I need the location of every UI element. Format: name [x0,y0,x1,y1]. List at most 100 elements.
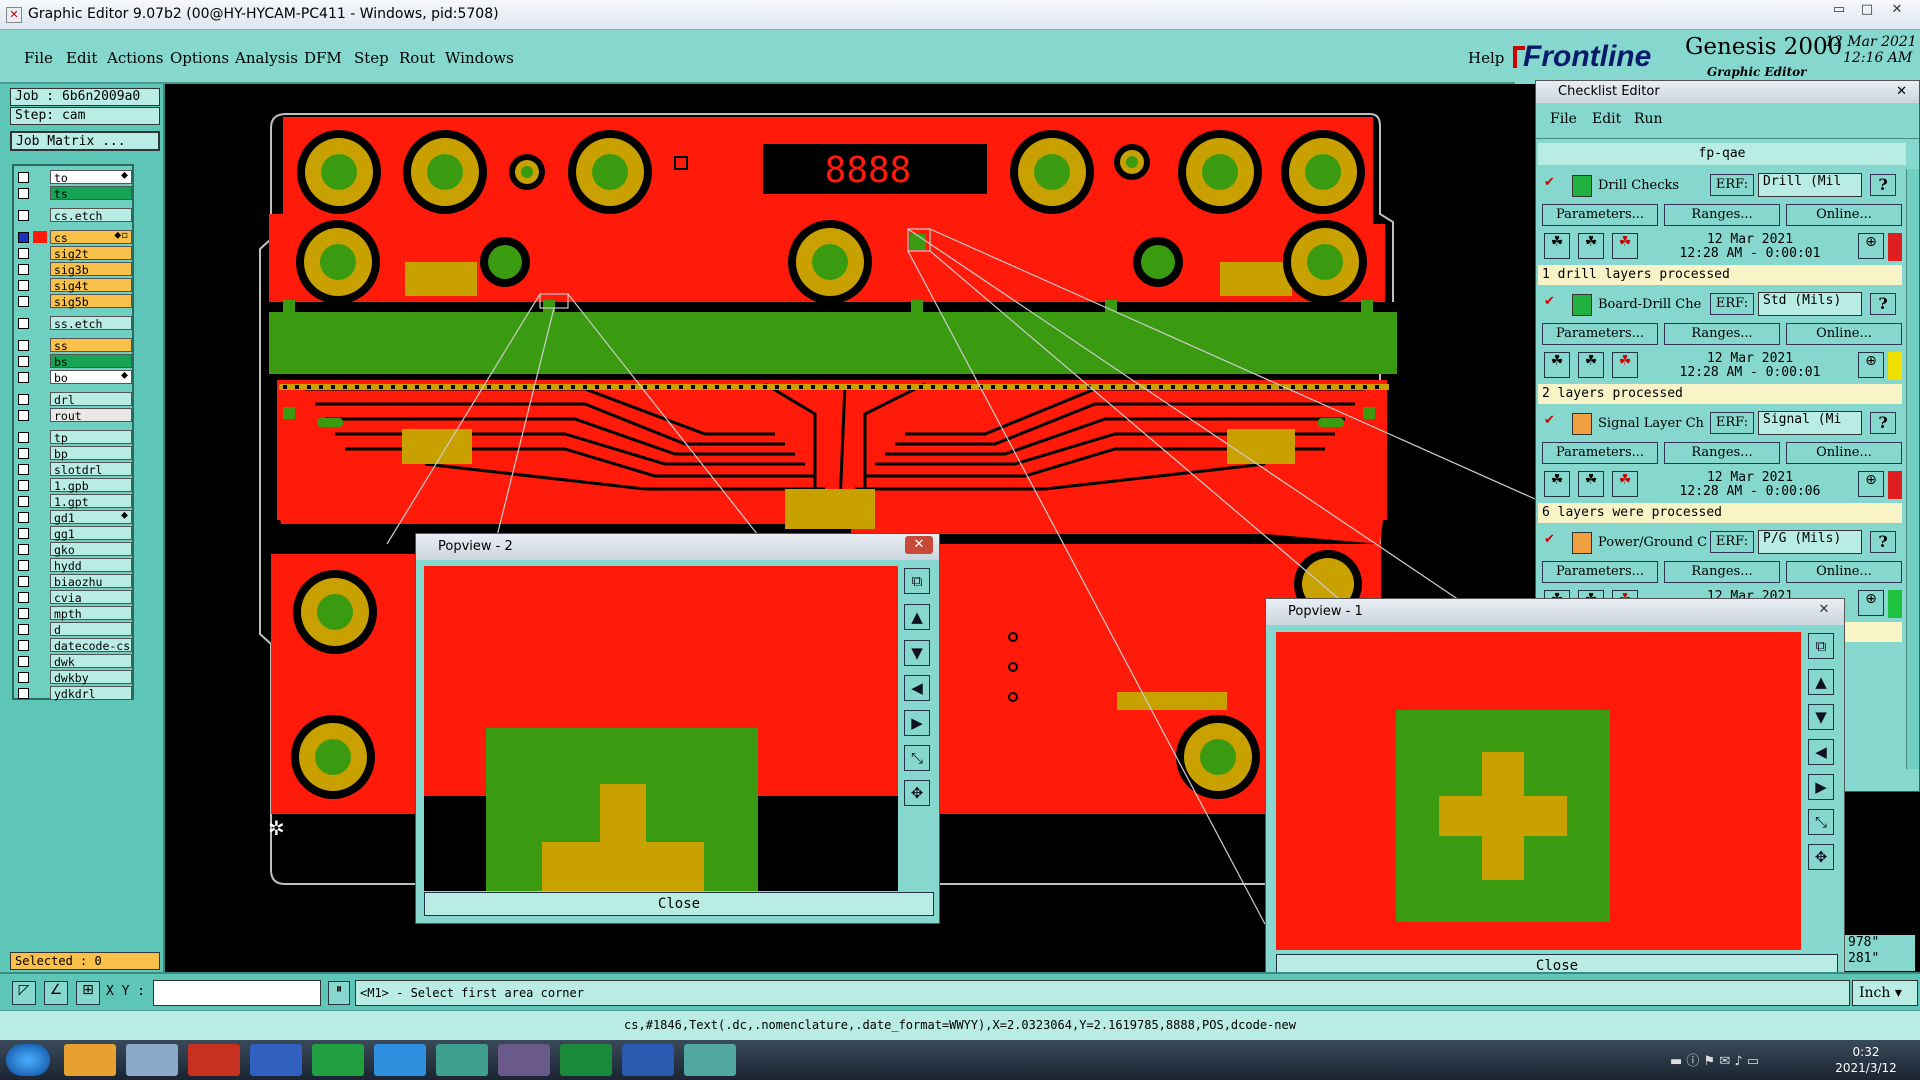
menu-edit[interactable]: Edit [66,49,97,67]
layer-checkbox[interactable] [18,576,29,587]
layer-row[interactable]: 1.gpb [16,478,132,493]
layer-checkbox[interactable] [18,248,29,259]
stop-icon[interactable]: ☘ [1612,471,1638,497]
zoom-results-icon[interactable]: ⊕ [1858,352,1884,378]
zoom-results-icon[interactable]: ⊕ [1858,590,1884,616]
layer-name[interactable]: d [50,622,132,637]
layer-row[interactable]: gd1 ⬥ [16,510,132,525]
ranges-button[interactable]: Ranges... [1664,204,1780,226]
layer-checkbox[interactable] [18,544,29,555]
layer-name[interactable]: dwkby [50,670,132,685]
popview-2-close-icon[interactable]: ✕ [905,536,933,554]
layer-name[interactable]: to [50,170,132,185]
online-button[interactable]: Online... [1786,442,1902,464]
zoom-out-icon[interactable]: ✥ [904,780,930,806]
layer-checkbox[interactable] [18,232,29,243]
popview-2-canvas[interactable] [424,566,898,891]
run-icon[interactable]: ☘ [1544,233,1570,259]
layer-row[interactable]: slotdrl [16,462,132,477]
popview-2-close-button[interactable]: Close [424,892,934,916]
zoom-home-icon[interactable]: ⧉ [1808,633,1834,659]
pan-left-icon[interactable]: ◀ [904,675,930,701]
erf-value[interactable]: Drill (Mil [1758,173,1862,197]
erf-button[interactable]: ERF: [1710,174,1754,196]
layer-checkbox[interactable] [18,356,29,367]
start-button[interactable] [6,1044,50,1076]
layer-row[interactable]: ss [16,338,132,353]
layer-row[interactable]: dwk [16,654,132,669]
layer-row[interactable]: ss.etch [16,316,132,331]
erf-value[interactable]: Signal (Mi [1758,411,1862,435]
layer-row[interactable]: bp [16,446,132,461]
ranges-button[interactable]: Ranges... [1664,561,1780,583]
layer-name[interactable]: sig4t [50,278,132,293]
layer-name[interactable]: bo [50,370,132,385]
menu-actions[interactable]: Actions [107,49,163,67]
layer-row[interactable]: datecode-cs [16,638,132,653]
layer-checkbox[interactable] [18,448,29,459]
layer-checkbox[interactable] [18,528,29,539]
erf-button[interactable]: ERF: [1710,531,1754,553]
layer-checkbox[interactable] [18,560,29,571]
row-check-icon[interactable]: ✔ [1544,413,1555,428]
taskbar-app-notepad-icon[interactable] [126,1044,178,1076]
grid-icon[interactable]: ⊞ [76,981,100,1005]
layer-name[interactable]: slotdrl [50,462,132,477]
layer-checkbox[interactable] [18,318,29,329]
zoom-in-icon[interactable]: ⤡ [904,745,930,771]
layer-name[interactable]: gko [50,542,132,557]
popview-1-canvas[interactable] [1276,632,1801,950]
layer-row[interactable]: 1.gpt [16,494,132,509]
layer-name[interactable]: dwk [50,654,132,669]
menu-windows[interactable]: Windows [445,49,514,67]
layer-name[interactable]: biaozhu [50,574,132,589]
help-button[interactable]: ? [1870,293,1896,315]
layer-row[interactable]: bo ⬥ [16,370,132,385]
layer-checkbox[interactable] [18,432,29,443]
snap-icon[interactable]: ◸ [12,981,36,1005]
layer-name[interactable]: mpth [50,606,132,621]
layer-name[interactable]: ts [50,186,132,201]
taskbar-app-red-icon[interactable] [188,1044,240,1076]
layer-row[interactable]: cs.etch [16,208,132,223]
layer-checkbox[interactable] [18,172,29,183]
pan-up-icon[interactable]: ▲ [904,604,930,630]
checklist-menu-run[interactable]: Run [1634,111,1663,127]
checklist-menu-file[interactable]: File [1550,111,1577,127]
layer-checkbox[interactable] [18,264,29,275]
maximize-button[interactable]: □ [1854,2,1880,20]
layer-row[interactable]: gg1 [16,526,132,541]
layer-row[interactable]: sig5b [16,294,132,309]
layer-checkbox[interactable] [18,688,29,699]
row-check-icon[interactable]: ✔ [1544,175,1555,190]
taskbar-app-excel-icon[interactable] [560,1044,612,1076]
erf-value[interactable]: Std (Mils) [1758,292,1862,316]
pan-down-icon[interactable]: ▼ [904,640,930,666]
parameters-button[interactable]: Parameters... [1542,204,1658,226]
layer-row[interactable]: bs [16,354,132,369]
pan-right-icon[interactable]: ▶ [1808,774,1834,800]
layer-checkbox[interactable] [18,512,29,523]
zoom-results-icon[interactable]: ⊕ [1858,233,1884,259]
taskbar-app-save-icon[interactable] [250,1044,302,1076]
layer-name[interactable]: 1.gpt [50,494,132,509]
job-matrix-button[interactable]: Job Matrix ... [10,131,160,151]
layer-name[interactable]: gd1 [50,510,132,525]
layer-name[interactable]: ss.etch [50,316,132,331]
units-select[interactable]: Inch ▾ [1852,980,1918,1006]
minimize-button[interactable]: ▭ [1826,2,1852,20]
pan-down-icon[interactable]: ▼ [1808,704,1834,730]
zoom-out-icon[interactable]: ✥ [1808,844,1834,870]
layer-row[interactable]: hydd [16,558,132,573]
online-button[interactable]: Online... [1786,204,1902,226]
layer-name[interactable]: cs.etch [50,208,132,223]
layer-row[interactable]: ydkdrl [16,686,132,701]
layer-name[interactable]: 1.gpb [50,478,132,493]
layer-row[interactable]: mpth [16,606,132,621]
menu-help[interactable]: Help [1468,49,1504,67]
layer-checkbox[interactable] [18,296,29,307]
layer-name[interactable]: sig2t [50,246,132,261]
layer-checkbox[interactable] [18,464,29,475]
close-button[interactable]: ✕ [1884,2,1910,20]
taskbar-app-word-icon[interactable] [622,1044,674,1076]
